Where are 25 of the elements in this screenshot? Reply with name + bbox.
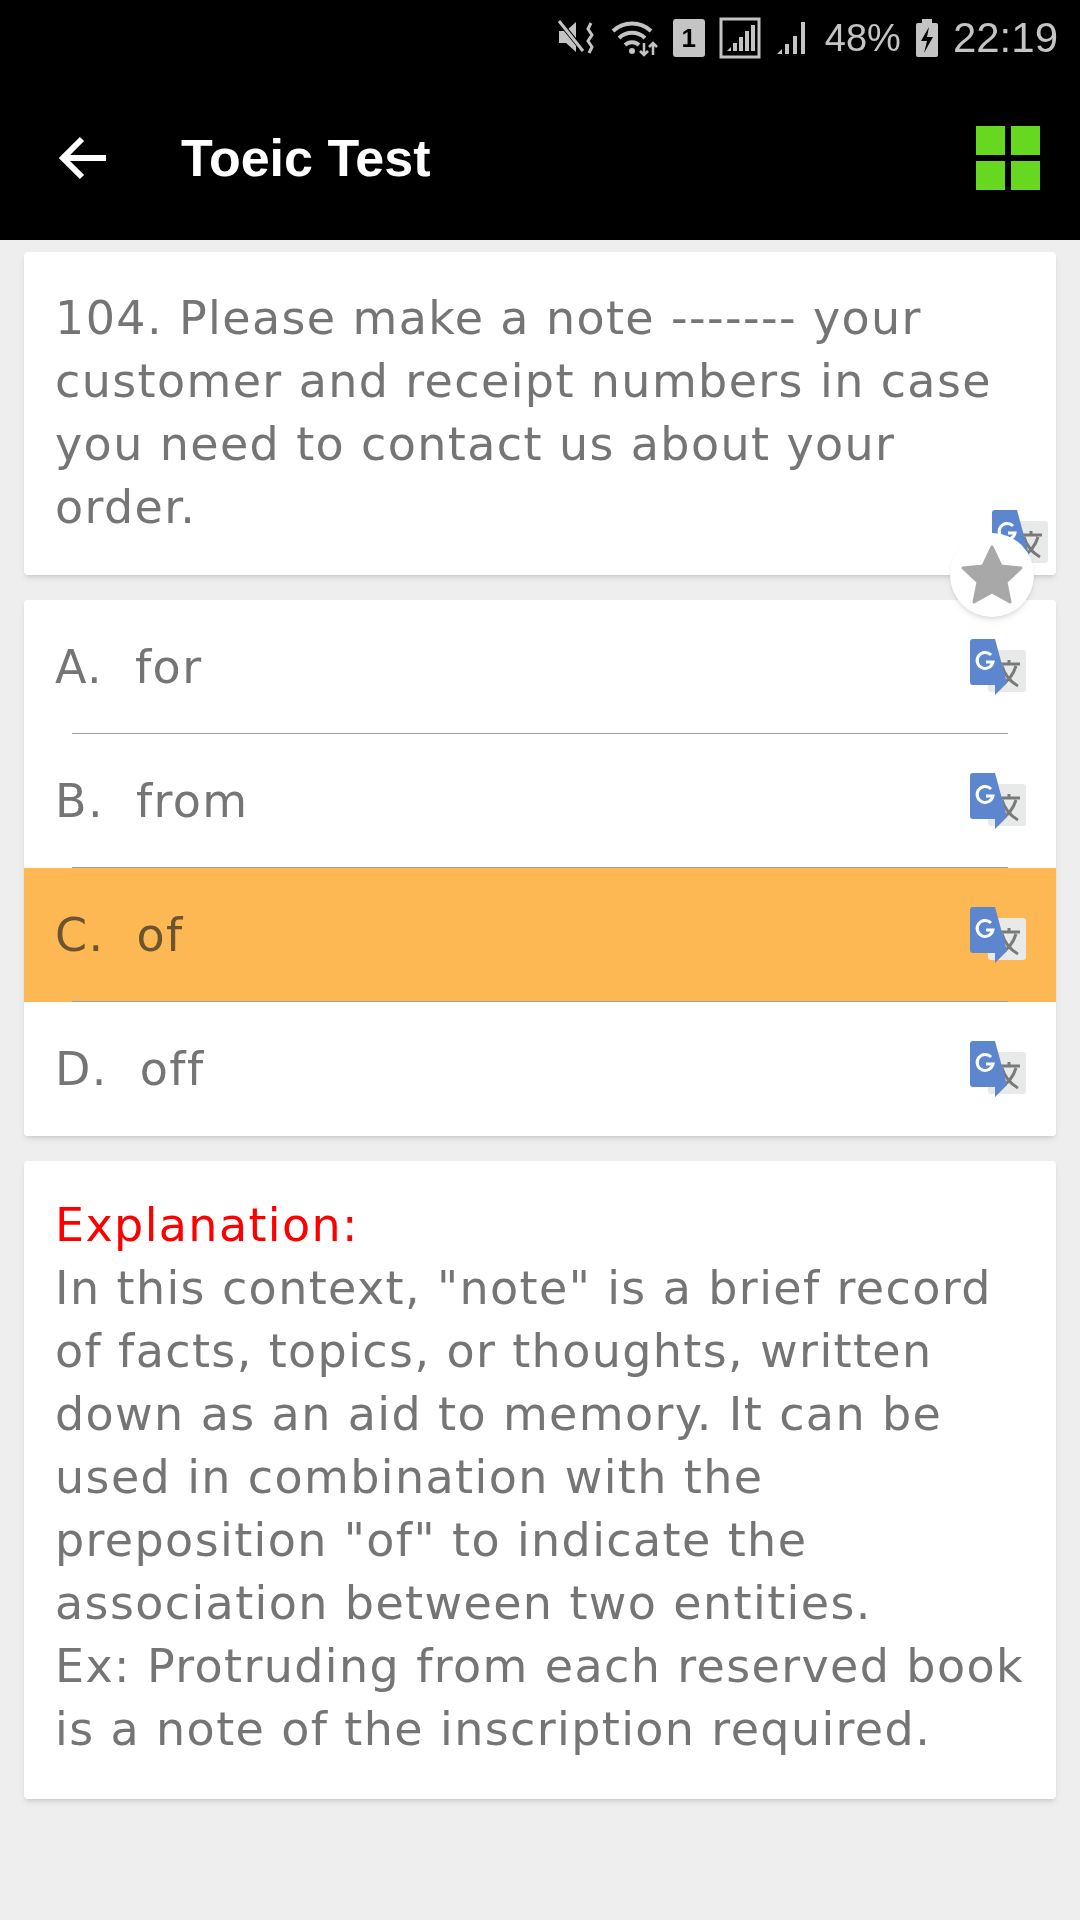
translate-icon[interactable] bbox=[968, 772, 1026, 830]
signal-icon bbox=[718, 16, 761, 59]
back-arrow-icon[interactable] bbox=[58, 135, 108, 180]
battery-charging-icon bbox=[914, 18, 939, 57]
grid-icon[interactable] bbox=[976, 125, 1040, 190]
explanation-text: In this context, "note" is a brief record of facts, topics, or thoughts, written down as an aid to memory. It can be used in combination with the preposition "of" to indicate the association between two entities. bbox=[55, 1260, 993, 1632]
option-label: D. off bbox=[55, 1040, 205, 1098]
answer-option[interactable]: C. of bbox=[24, 868, 1056, 1002]
answer-option[interactable]: D. off bbox=[24, 1002, 1056, 1136]
answer-option[interactable]: B. from bbox=[24, 734, 1056, 868]
clock: 22:19 bbox=[952, 16, 1058, 59]
explanation-heading: Explanation: bbox=[55, 1197, 360, 1254]
option-label: B. from bbox=[55, 772, 249, 830]
answer-option[interactable]: A. for bbox=[24, 600, 1056, 734]
sim-card-badge: 1 bbox=[672, 18, 705, 57]
explanation-text: Ex: Protruding from each reserved book is a note of the inscription required. bbox=[55, 1638, 1025, 1758]
option-label: C. of bbox=[55, 906, 184, 964]
question-text: 104. Please make a note ------- your customer and receipt numbers in case you need to contact us about your order. bbox=[55, 290, 993, 536]
option-label: A. for bbox=[55, 638, 203, 696]
translate-icon[interactable] bbox=[968, 906, 1026, 964]
screen-title: Toeic Test bbox=[181, 127, 431, 189]
star-icon bbox=[961, 545, 1023, 605]
translate-icon[interactable] bbox=[968, 1040, 1026, 1098]
translate-icon[interactable] bbox=[968, 638, 1026, 696]
battery-percent: 48% bbox=[824, 18, 901, 57]
